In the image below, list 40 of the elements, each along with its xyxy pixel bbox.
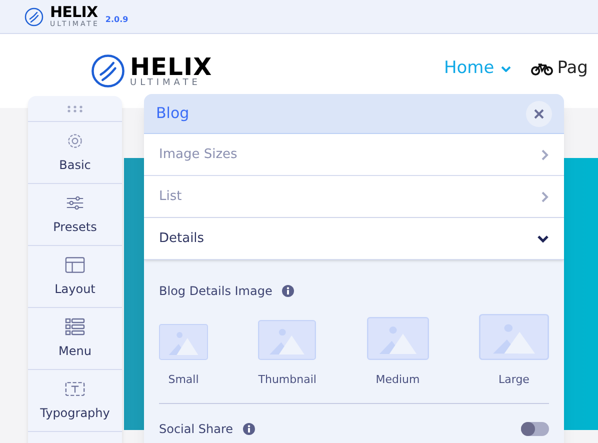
- settings-icon: [65, 132, 85, 150]
- chevron-right-icon: [541, 190, 549, 202]
- logo-icon: [90, 53, 126, 89]
- logo-subtitle: ULTIMATE: [130, 78, 202, 88]
- bicycle-icon: [531, 62, 554, 76]
- image-size-option[interactable]: Large: [478, 314, 549, 388]
- close-button[interactable]: [526, 100, 552, 126]
- info-icon: [243, 422, 256, 434]
- image-placeholder-icon: [159, 324, 208, 360]
- sidebar-item[interactable]: Typography: [28, 370, 122, 432]
- logo-title: HELIX: [130, 54, 212, 78]
- close-icon: [534, 108, 544, 118]
- field-label: Social Share: [159, 420, 234, 438]
- chevron-right-icon: [541, 148, 549, 160]
- sidebar-item[interactable]: Basic: [28, 122, 122, 184]
- image-placeholder-icon: [478, 314, 549, 360]
- text-box-icon: [65, 380, 85, 398]
- image-size-option[interactable]: Medium: [366, 317, 429, 388]
- field-label: Blog Details Image: [159, 283, 272, 300]
- info-icon: [282, 285, 294, 297]
- drag-handle-icon: [66, 104, 84, 112]
- image-size-option[interactable]: Small: [159, 324, 208, 388]
- panel-title: Blog: [156, 103, 190, 124]
- accordion-header[interactable]: Details: [144, 218, 564, 260]
- image-size-option[interactable]: Thumbnail: [258, 320, 316, 388]
- image-placeholder-icon: [366, 317, 429, 360]
- sidebar-item[interactable]: Presets: [28, 184, 122, 246]
- layout-icon: [65, 256, 85, 274]
- list-icon: [65, 318, 85, 336]
- sidebar-item[interactable]: Menu: [28, 308, 122, 370]
- image-placeholder-icon: [258, 320, 316, 360]
- sidebar-item[interactable]: Layout: [28, 246, 122, 308]
- version-label: 2.0.9: [105, 14, 128, 26]
- chevron-down-icon: [501, 66, 512, 72]
- chevron-down-icon: [537, 234, 549, 242]
- logo-icon: [24, 6, 44, 26]
- toggle-switch[interactable]: [521, 422, 549, 436]
- logo-title: HELIX: [50, 5, 99, 20]
- nav-link[interactable]: Pag: [531, 56, 588, 82]
- sliders-icon: [65, 194, 85, 212]
